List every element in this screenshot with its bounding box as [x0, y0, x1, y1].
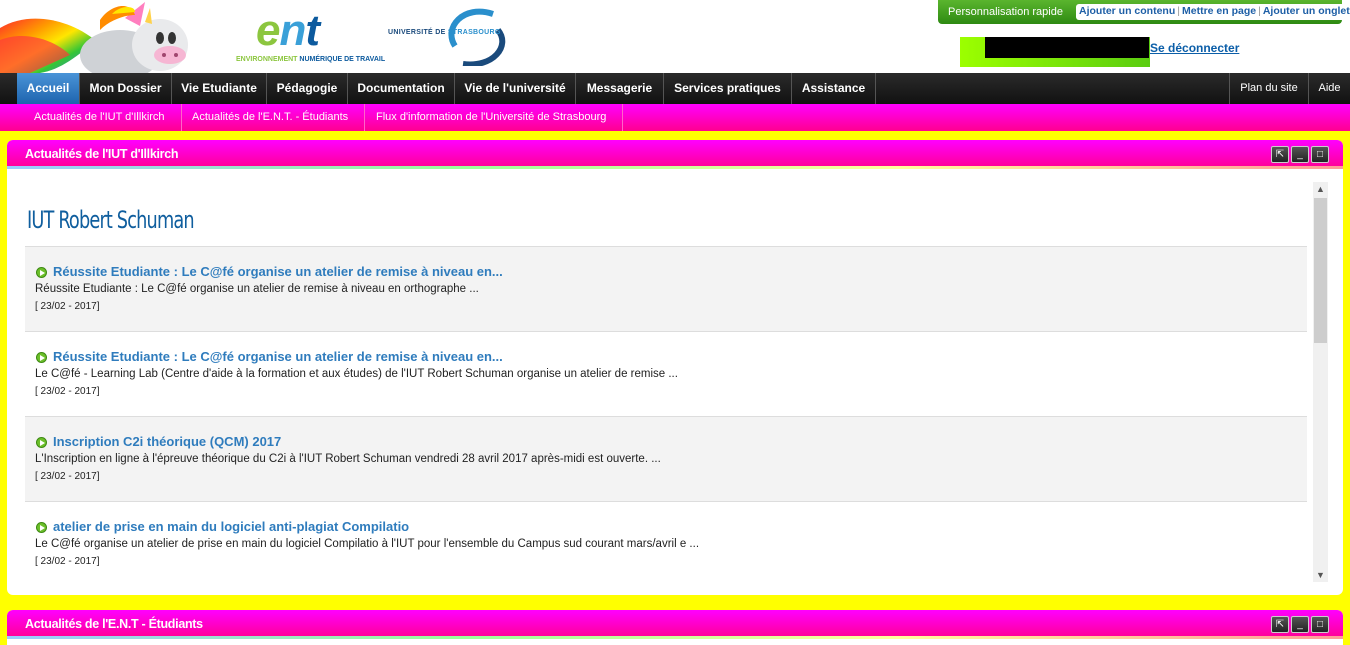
chevron-down-icon[interactable]: ▼: [1313, 568, 1328, 582]
separator: |: [1258, 5, 1261, 17]
news-date: [ 23/02 - 2017]: [35, 301, 100, 312]
news-title-link[interactable]: atelier de prise en main du logiciel ant…: [53, 519, 409, 534]
nav-tab-pedagogie[interactable]: Pédagogie: [267, 73, 348, 104]
play-circle-icon: [36, 352, 47, 363]
chevron-up-icon[interactable]: ▲: [1313, 182, 1328, 196]
news-scrollbar[interactable]: ▲ ▼: [1313, 182, 1328, 582]
redacted-username: [985, 37, 1149, 58]
maximize-icon[interactable]: □: [1311, 146, 1329, 163]
news-title-link[interactable]: Réussite Etudiante : Le C@fé organise un…: [53, 264, 503, 279]
play-circle-icon: [36, 522, 47, 533]
portlet-header: Actualités de l'E.N.T - Étudiants ⇱ _ □: [7, 610, 1343, 639]
ent-subtitle: ENVIRONNEMENT NUMÉRIQUE DE TRAVAIL: [236, 56, 386, 63]
add-tab-link[interactable]: Ajouter un onglet: [1263, 5, 1350, 17]
subnav-flux-unistra[interactable]: Flux d'information de l'Université de St…: [360, 104, 624, 131]
sitemap-link[interactable]: Plan du site: [1229, 73, 1308, 104]
subnav-ent-etudiants[interactable]: Actualités de l'E.N.T. - Étudiants: [176, 104, 366, 131]
page-header: ent ENVIRONNEMENT NUMÉRIQUE DE TRAVAIL U…: [0, 0, 1350, 73]
minimize-icon[interactable]: _: [1291, 146, 1309, 163]
iut-heading: IUT Robert Schuman: [27, 206, 195, 234]
external-window-icon[interactable]: ⇱: [1271, 616, 1289, 633]
sub-navigation: Actualités de l'IUT d'Illkirch Actualité…: [0, 104, 1350, 131]
news-date: [ 23/02 - 2017]: [35, 386, 100, 397]
quick-links: Ajouter un contenu | Mettre en page | Ajoute…: [1076, 4, 1350, 20]
nav-tab-vie-universite[interactable]: Vie de l'université: [455, 73, 576, 104]
main-navigation: Accueil Mon Dossier Vie Etudiante Pédago…: [0, 73, 1350, 104]
news-description: Réussite Etudiante : Le C@fé organise un…: [35, 283, 479, 295]
portlet-title: Actualités de l'E.N.T - Étudiants: [25, 617, 203, 631]
news-item: Inscription C2i théorique (QCM) 2017 L'I…: [25, 416, 1307, 501]
nav-tab-messagerie[interactable]: Messagerie: [576, 73, 664, 104]
universite-strasbourg-logo[interactable]: UNIVERSITÉ DE STRASBOURG: [388, 8, 513, 66]
nav-tab-mon-dossier[interactable]: Mon Dossier: [80, 73, 172, 104]
unicorn-mascot-image: [0, 0, 200, 73]
scrollbar-thumb[interactable]: [1314, 198, 1327, 343]
ent-wordmark: ent: [256, 6, 320, 55]
nav-tab-vie-etudiante[interactable]: Vie Etudiante: [172, 73, 267, 104]
layout-link[interactable]: Mettre en page: [1182, 5, 1256, 17]
logout-link[interactable]: Se déconnecter: [1150, 41, 1239, 55]
play-circle-icon: [36, 267, 47, 278]
nav-tab-accueil[interactable]: Accueil: [17, 73, 80, 104]
unistra-wordmark: UNIVERSITÉ DE STRASBOURG: [388, 29, 501, 36]
external-window-icon[interactable]: ⇱: [1271, 146, 1289, 163]
portlet-iut-news: Actualités de l'IUT d'Illkirch ⇱ _ □ IUT…: [7, 140, 1343, 595]
nav-tab-assistance[interactable]: Assistance: [792, 73, 876, 104]
add-content-link[interactable]: Ajouter un contenu: [1079, 5, 1175, 17]
news-item: Réussite Etudiante : Le C@fé organise un…: [25, 331, 1307, 416]
portlet-title: Actualités de l'IUT d'Illkirch: [25, 147, 179, 161]
news-date: [ 23/02 - 2017]: [35, 471, 100, 482]
news-description: Le C@fé - Learning Lab (Centre d'aide à …: [35, 368, 678, 380]
news-description: L'Inscription en ligne à l'épreuve théor…: [35, 453, 661, 465]
minimize-icon[interactable]: _: [1291, 616, 1309, 633]
maximize-icon[interactable]: □: [1311, 616, 1329, 633]
nav-tab-services-pratiques[interactable]: Services pratiques: [664, 73, 792, 104]
news-title-link[interactable]: Inscription C2i théorique (QCM) 2017: [53, 434, 281, 449]
quick-customization-bar: Personnalisation rapide Ajouter un conte…: [938, 0, 1350, 24]
subnav-iut-illkirch[interactable]: Actualités de l'IUT d'Illkirch: [18, 104, 182, 131]
ent-logo[interactable]: ent ENVIRONNEMENT NUMÉRIQUE DE TRAVAIL: [236, 6, 385, 66]
separator: |: [1177, 5, 1180, 17]
news-item: atelier de prise en main du logiciel ant…: [25, 501, 1307, 585]
portlet-ent-news: Actualités de l'E.N.T - Étudiants ⇱ _ □: [7, 610, 1343, 645]
portlet-header: Actualités de l'IUT d'Illkirch ⇱ _ □: [7, 140, 1343, 169]
nav-tab-documentation[interactable]: Documentation: [348, 73, 455, 104]
play-circle-icon: [36, 437, 47, 448]
news-description: Le C@fé organise un atelier de prise en …: [35, 538, 700, 550]
quick-customization-label: Personnalisation rapide: [948, 6, 1063, 18]
news-date: [ 23/02 - 2017]: [35, 556, 100, 567]
news-title-link[interactable]: Réussite Etudiante : Le C@fé organise un…: [53, 349, 503, 364]
news-list: IUT Robert Schuman Réussite Etudiante : …: [25, 180, 1307, 585]
news-item: Réussite Etudiante : Le C@fé organise un…: [25, 246, 1307, 331]
help-link[interactable]: Aide: [1308, 73, 1350, 104]
